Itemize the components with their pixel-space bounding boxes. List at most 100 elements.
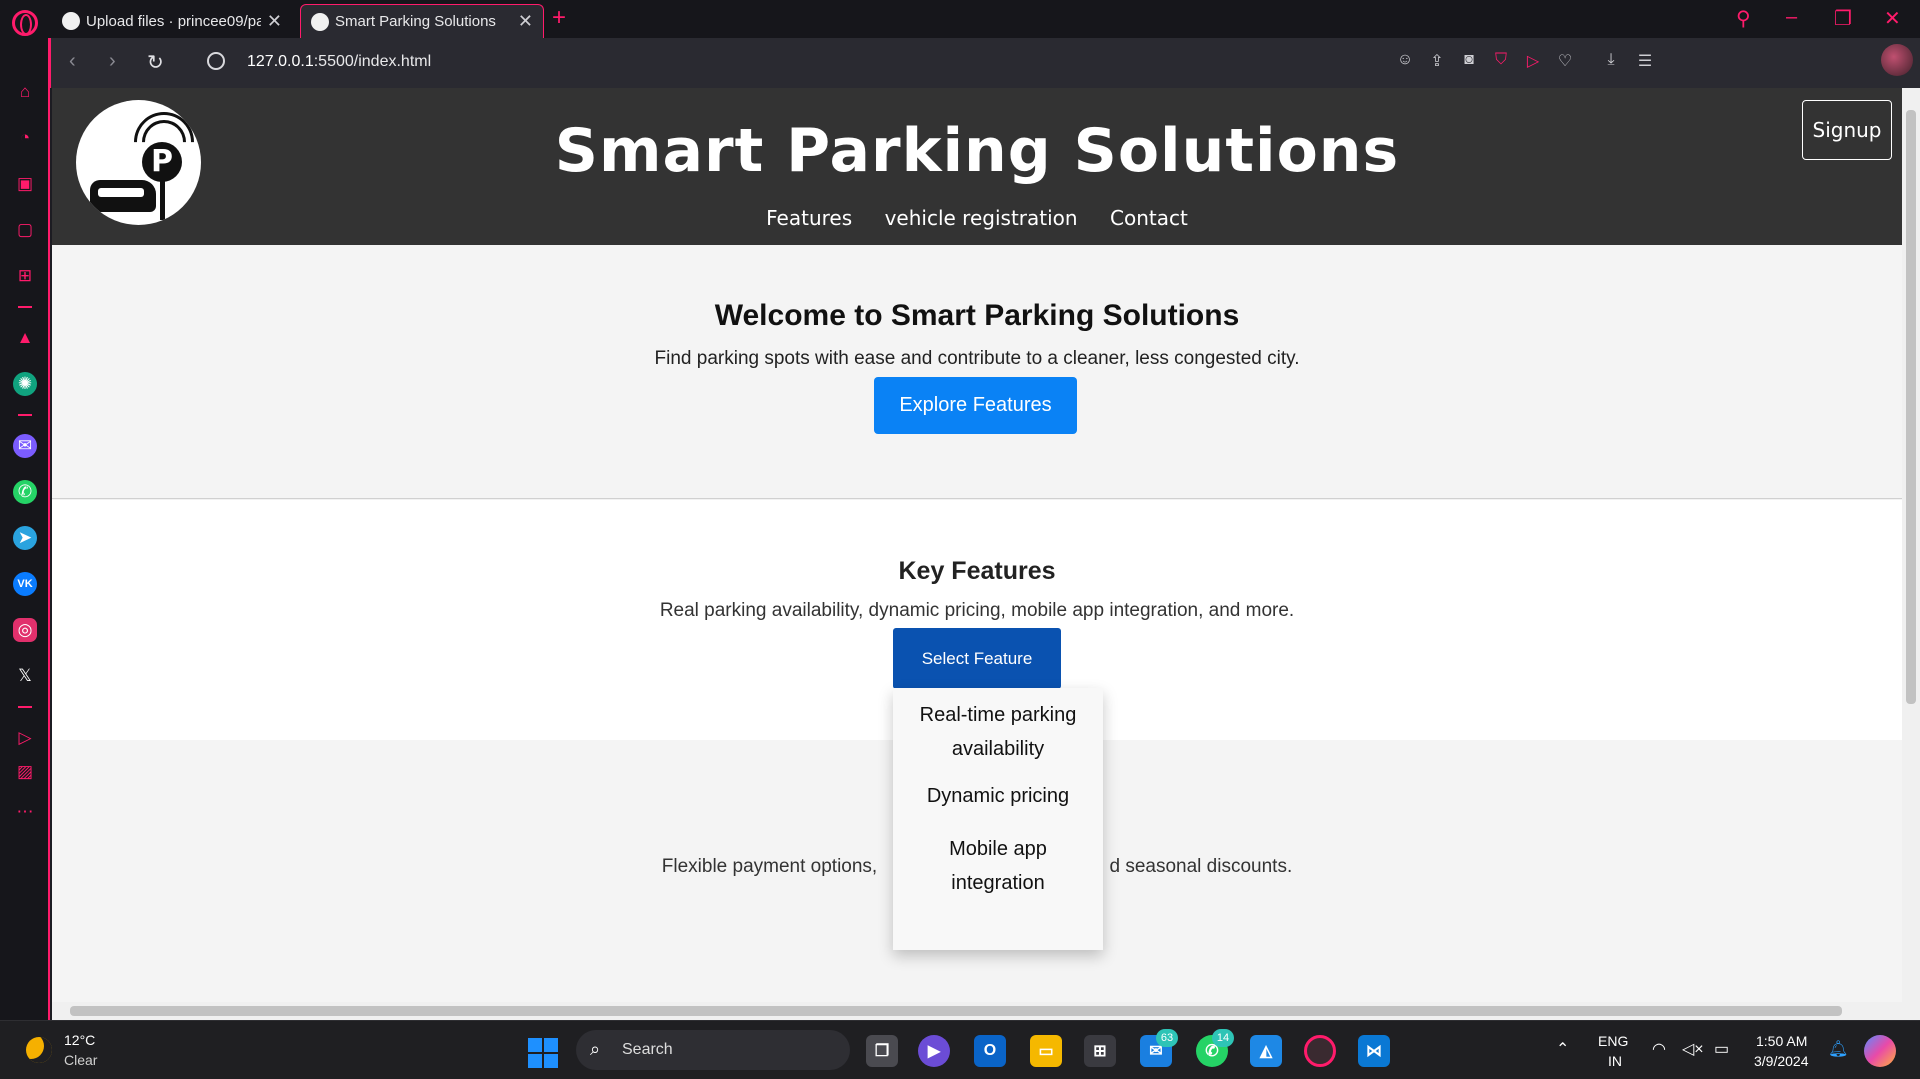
search-tabs-icon[interactable]: ⚲ xyxy=(1736,6,1751,31)
whatsapp-badge: 14 xyxy=(1212,1029,1234,1047)
weather-temp[interactable]: 12°C xyxy=(64,1032,95,1048)
weather-condition[interactable]: Clear xyxy=(64,1052,97,1068)
dropdown-item-realtime[interactable]: Real-time parking availability xyxy=(893,698,1103,766)
player-icon[interactable]: ▷ xyxy=(13,726,37,750)
shield-icon[interactable]: ⛉ xyxy=(1491,51,1511,71)
site-info-icon[interactable] xyxy=(207,52,225,70)
volume-muted-icon[interactable]: ◁× xyxy=(1682,1039,1704,1059)
tab-smart-parking[interactable]: Smart Parking Solutions ✕ xyxy=(300,4,544,38)
back-button[interactable]: ‹ xyxy=(69,50,76,73)
features-heading: Key Features xyxy=(898,557,1056,585)
scroll-thumb[interactable] xyxy=(70,1006,1842,1016)
x-twitter-icon[interactable]: 𝕏 xyxy=(13,664,37,688)
instagram-icon[interactable]: ◎ xyxy=(13,618,37,642)
telegram-icon[interactable]: ➤ xyxy=(13,526,37,550)
close-tab-icon[interactable]: ✕ xyxy=(518,11,533,32)
address-bar: ‹ › ↻ 127.0.0.1:5500/index.html ☺ ⇪ ◙ ⛉ … xyxy=(50,38,1920,88)
dropdown-item-mobile-app[interactable]: Mobile app integration xyxy=(893,832,1103,900)
close-window-button[interactable]: ✕ xyxy=(1884,6,1901,31)
site-title: Smart Parking Solutions xyxy=(554,116,1400,186)
globe-icon xyxy=(311,12,329,31)
url-field[interactable]: 127.0.0.1:5500/index.html xyxy=(247,53,431,71)
hero-section: Welcome to Smart Parking Solutions Find … xyxy=(52,245,1902,499)
whatsapp-icon[interactable]: ✆ xyxy=(13,480,37,504)
shop-icon[interactable]: ▣ xyxy=(13,172,37,196)
gamepad-icon[interactable]: ⌂ xyxy=(13,80,37,104)
ms-store-icon[interactable]: ⊞ xyxy=(1084,1035,1116,1067)
file-explorer-icon[interactable]: ▭ xyxy=(1030,1035,1062,1067)
sidebar-divider xyxy=(18,306,32,308)
scroll-thumb[interactable] xyxy=(1906,110,1916,704)
aria-icon[interactable]: ▲ xyxy=(13,326,37,350)
share-icon[interactable]: ⇪ xyxy=(1427,51,1447,71)
select-feature-button[interactable]: Select Feature xyxy=(893,628,1061,689)
tab-title: Upload files · princee09/pa xyxy=(86,12,261,30)
notification-bell-icon[interactable]: 🔔︎ xyxy=(1828,1039,1848,1059)
close-tab-icon[interactable]: ✕ xyxy=(267,11,282,32)
url-path: :5500/index.html xyxy=(313,53,432,70)
cpu-icon[interactable]: ⊞ xyxy=(13,264,37,288)
outlook-icon[interactable]: O xyxy=(974,1035,1006,1067)
camera-icon[interactable]: ◙ xyxy=(1459,51,1479,71)
messenger-icon[interactable]: ✉ xyxy=(13,434,37,458)
horizontal-scrollbar[interactable] xyxy=(52,1002,1902,1020)
nav-contact[interactable]: Contact xyxy=(1110,206,1188,230)
profile-avatar[interactable] xyxy=(1881,44,1913,76)
nav-vehicle-registration[interactable]: vehicle registration xyxy=(885,206,1078,230)
vscode-icon[interactable]: ⋈ xyxy=(1358,1035,1390,1067)
taskbar-search[interactable]: ⌕ Search xyxy=(576,1030,850,1070)
settings-sliders-icon[interactable]: ☰ xyxy=(1635,51,1655,71)
region-indicator[interactable]: IN xyxy=(1608,1053,1622,1069)
feature-dropdown-menu: Real-time parking availability Dynamic p… xyxy=(893,688,1103,950)
minimize-button[interactable]: – xyxy=(1786,6,1797,29)
car-window xyxy=(98,188,144,197)
browser-tabbar: Upload files · princee09/pa ✕ Smart Park… xyxy=(0,0,1920,38)
emoji-icon[interactable]: ☺ xyxy=(1395,51,1415,71)
heart-icon[interactable]: ♡ xyxy=(1555,51,1575,71)
vk-icon[interactable]: VK xyxy=(13,572,37,596)
gallery-icon[interactable]: ▨ xyxy=(13,760,37,784)
opera-sidebar: ⌂ ◔ ▣ ▢ ⊞ ▲ ✺ ✉ ✆ ➤ VK ◎ 𝕏 ▷ ▨ ⋯ xyxy=(0,38,50,1020)
photos-icon[interactable]: ◭ xyxy=(1250,1035,1282,1067)
battery-icon[interactable]: ▭ xyxy=(1714,1039,1729,1059)
clock-date[interactable]: 3/9/2024 xyxy=(1754,1053,1809,1069)
windows-taskbar: 12°C Clear ⌕ Search ❐ ▶ O ▭ ⊞ ✉ 63 ✆ 14 … xyxy=(0,1020,1920,1079)
download-icon[interactable]: ⤓ xyxy=(1601,51,1621,71)
speedometer-icon[interactable]: ◔ xyxy=(13,126,37,150)
restore-button[interactable]: ❐ xyxy=(1834,6,1852,31)
search-icon: ⌕ xyxy=(590,1039,601,1059)
twitch-icon[interactable]: ▢ xyxy=(13,218,37,242)
opera-logo-icon[interactable] xyxy=(12,10,38,36)
send-icon[interactable]: ▷ xyxy=(1523,51,1543,71)
url-host: 127.0.0.1 xyxy=(247,53,314,70)
moon-icon[interactable] xyxy=(26,1037,52,1063)
page-viewport: P Smart Parking Solutions Features vehic… xyxy=(52,88,1902,1020)
search-label: Search xyxy=(622,1041,673,1058)
vertical-scrollbar[interactable] xyxy=(1902,88,1920,1020)
sidebar-divider xyxy=(18,706,32,708)
pricing-text-left: Flexible payment options, xyxy=(661,856,878,877)
mail-badge: 63 xyxy=(1156,1029,1178,1047)
new-tab-button[interactable]: + xyxy=(552,4,566,32)
task-view-icon[interactable]: ❐ xyxy=(866,1035,898,1067)
more-icon[interactable]: ⋯ xyxy=(13,800,37,824)
forward-button[interactable]: › xyxy=(109,50,116,73)
clock-time[interactable]: 1:50 AM xyxy=(1756,1033,1807,1049)
opera-taskbar-icon[interactable] xyxy=(1304,1035,1336,1067)
tray-overflow-icon[interactable]: ⌃ xyxy=(1556,1039,1569,1059)
language-indicator[interactable]: ENG xyxy=(1598,1033,1628,1049)
copilot-icon[interactable] xyxy=(1864,1035,1896,1067)
signup-button[interactable]: Signup xyxy=(1802,100,1892,160)
wifi-icon[interactable]: ◠ xyxy=(1652,1039,1666,1059)
dropdown-item-dynamic-pricing[interactable]: Dynamic pricing xyxy=(893,779,1103,813)
chatgpt-icon[interactable]: ✺ xyxy=(13,372,37,396)
features-text: Real parking availability, dynamic prici… xyxy=(659,600,1295,621)
nav-features[interactable]: Features xyxy=(766,206,852,230)
reload-button[interactable]: ↻ xyxy=(147,50,164,75)
sidebar-divider xyxy=(18,414,32,416)
explore-features-button[interactable]: Explore Features xyxy=(874,377,1077,434)
tab-upload-files[interactable]: Upload files · princee09/pa ✕ xyxy=(52,4,292,38)
windows-start-icon[interactable] xyxy=(528,1038,558,1068)
teams-icon[interactable]: ▶ xyxy=(918,1035,950,1067)
github-icon xyxy=(62,12,80,30)
